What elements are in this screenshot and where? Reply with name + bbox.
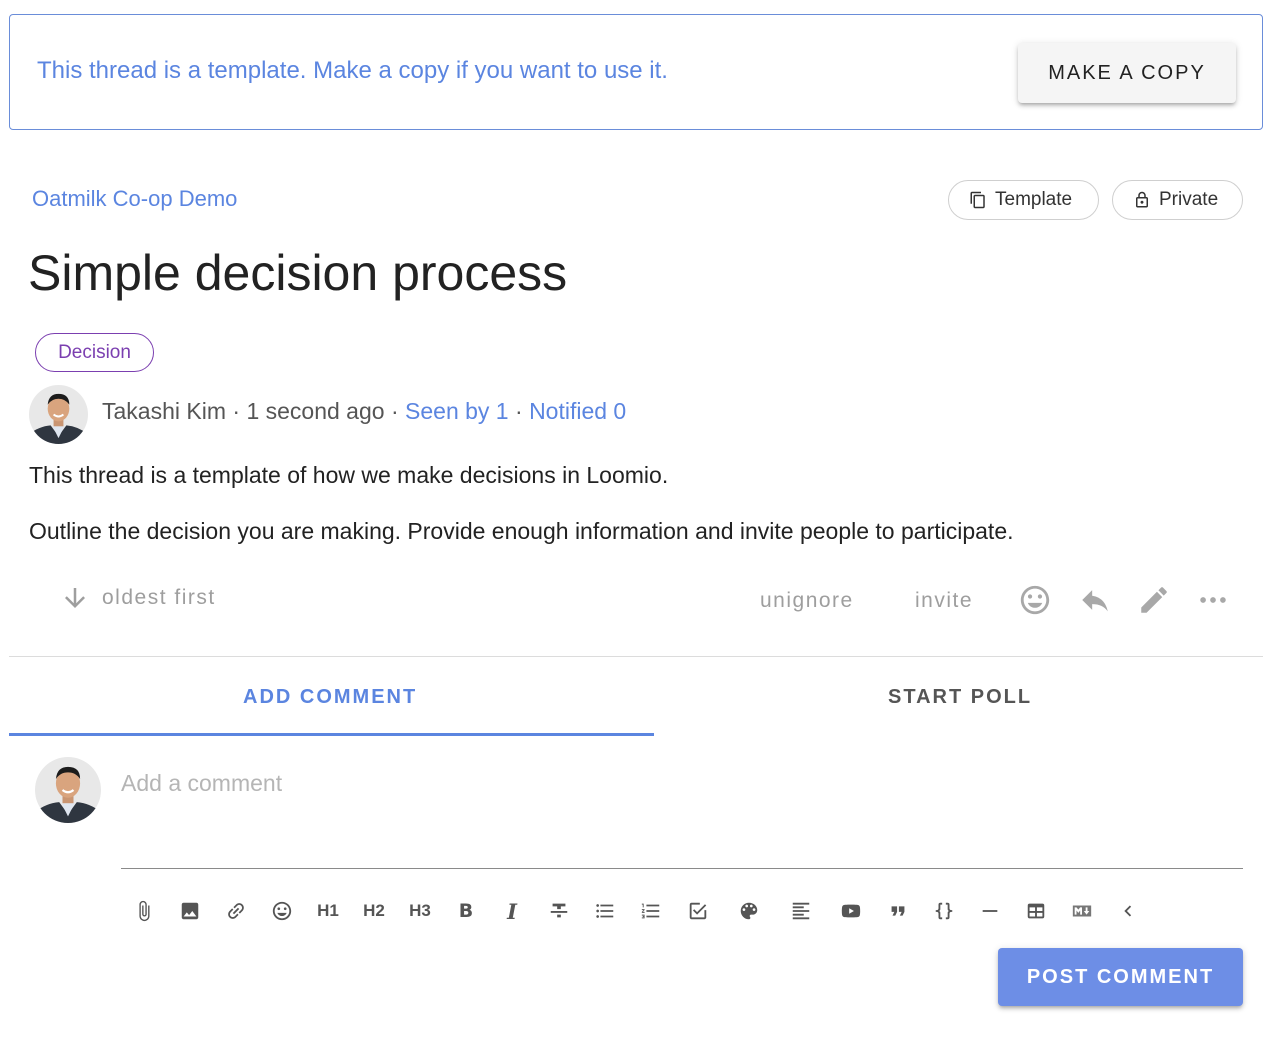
thread-body-paragraph: Outline the decision you are making. Pro… — [29, 518, 1014, 544]
active-tab-indicator — [9, 733, 654, 736]
table-icon[interactable] — [1016, 893, 1056, 929]
tab-start-poll[interactable]: START POLL — [888, 686, 1032, 709]
thread-body-paragraph: This thread is a template of how we make… — [29, 462, 669, 488]
sort-order-button[interactable]: oldest first — [60, 583, 216, 613]
invite-button[interactable]: invite — [915, 589, 973, 613]
checkbox-list-icon[interactable] — [678, 893, 718, 929]
edit-icon[interactable] — [1135, 581, 1173, 619]
quote-icon[interactable] — [878, 893, 918, 929]
horizontal-rule-icon[interactable] — [970, 893, 1010, 929]
template-chip[interactable]: Template — [948, 180, 1099, 220]
arrow-down-icon — [65, 588, 85, 608]
template-chip-label: Template — [995, 189, 1073, 210]
italic-button[interactable]: I — [492, 893, 532, 929]
avatar — [35, 757, 101, 823]
heading-2-button[interactable]: H2 — [354, 893, 394, 929]
sort-order-label: oldest first — [102, 586, 216, 609]
emoji-icon[interactable] — [1016, 581, 1054, 619]
thread-meta: Takashi Kim · 1 second ago · Seen by 1 ·… — [102, 398, 626, 425]
tab-add-comment[interactable]: ADD COMMENT — [243, 686, 417, 709]
author-name[interactable]: Takashi Kim — [102, 398, 226, 424]
more-icon[interactable] — [1194, 581, 1232, 619]
collapse-toolbar-icon[interactable] — [1108, 893, 1148, 929]
post-comment-button[interactable]: POST COMMENT — [998, 948, 1243, 1006]
reply-icon[interactable] — [1076, 581, 1114, 619]
private-chip-label: Private — [1159, 189, 1219, 210]
meta-separator: · — [390, 398, 406, 424]
code-block-icon[interactable] — [924, 893, 964, 929]
palette-icon[interactable] — [729, 893, 769, 929]
bold-button[interactable]: B — [446, 893, 486, 929]
attach-icon[interactable] — [124, 893, 164, 929]
link-icon[interactable] — [216, 893, 256, 929]
lock-icon — [1136, 191, 1148, 208]
heading-1-button[interactable]: H1 — [308, 893, 348, 929]
make-a-copy-button[interactable]: MAKE A COPY — [1018, 43, 1236, 103]
meta-separator: · — [515, 398, 530, 424]
template-banner-message: This thread is a template. Make a copy i… — [37, 57, 668, 84]
strikethrough-icon[interactable] — [539, 893, 579, 929]
copy-icon — [970, 191, 985, 209]
video-icon[interactable] — [831, 893, 871, 929]
thread-actions: oldest first unignore invite — [0, 575, 1279, 625]
seen-by-link[interactable]: Seen by 1 — [405, 398, 509, 424]
notified-link[interactable]: Notified 0 — [529, 398, 626, 424]
meta-separator: · — [232, 398, 247, 424]
decision-tag[interactable]: Decision — [35, 333, 154, 372]
markdown-icon[interactable] — [1062, 893, 1102, 929]
emoji-icon[interactable] — [262, 893, 302, 929]
unignore-button[interactable]: unignore — [760, 589, 854, 613]
thread-title: Simple decision process — [28, 245, 568, 301]
numbered-list-icon[interactable] — [631, 893, 671, 929]
image-icon[interactable] — [170, 893, 210, 929]
template-banner: This thread is a template. Make a copy i… — [9, 14, 1263, 130]
heading-3-button[interactable]: H3 — [400, 893, 440, 929]
comment-input[interactable] — [121, 770, 1243, 869]
divider — [9, 656, 1263, 657]
avatar[interactable] — [29, 385, 88, 444]
posted-time: 1 second ago — [246, 398, 385, 424]
group-link[interactable]: Oatmilk Co-op Demo — [32, 186, 237, 212]
private-chip[interactable]: Private — [1112, 180, 1243, 220]
bullet-list-icon[interactable] — [585, 893, 625, 929]
align-left-icon[interactable] — [781, 893, 821, 929]
